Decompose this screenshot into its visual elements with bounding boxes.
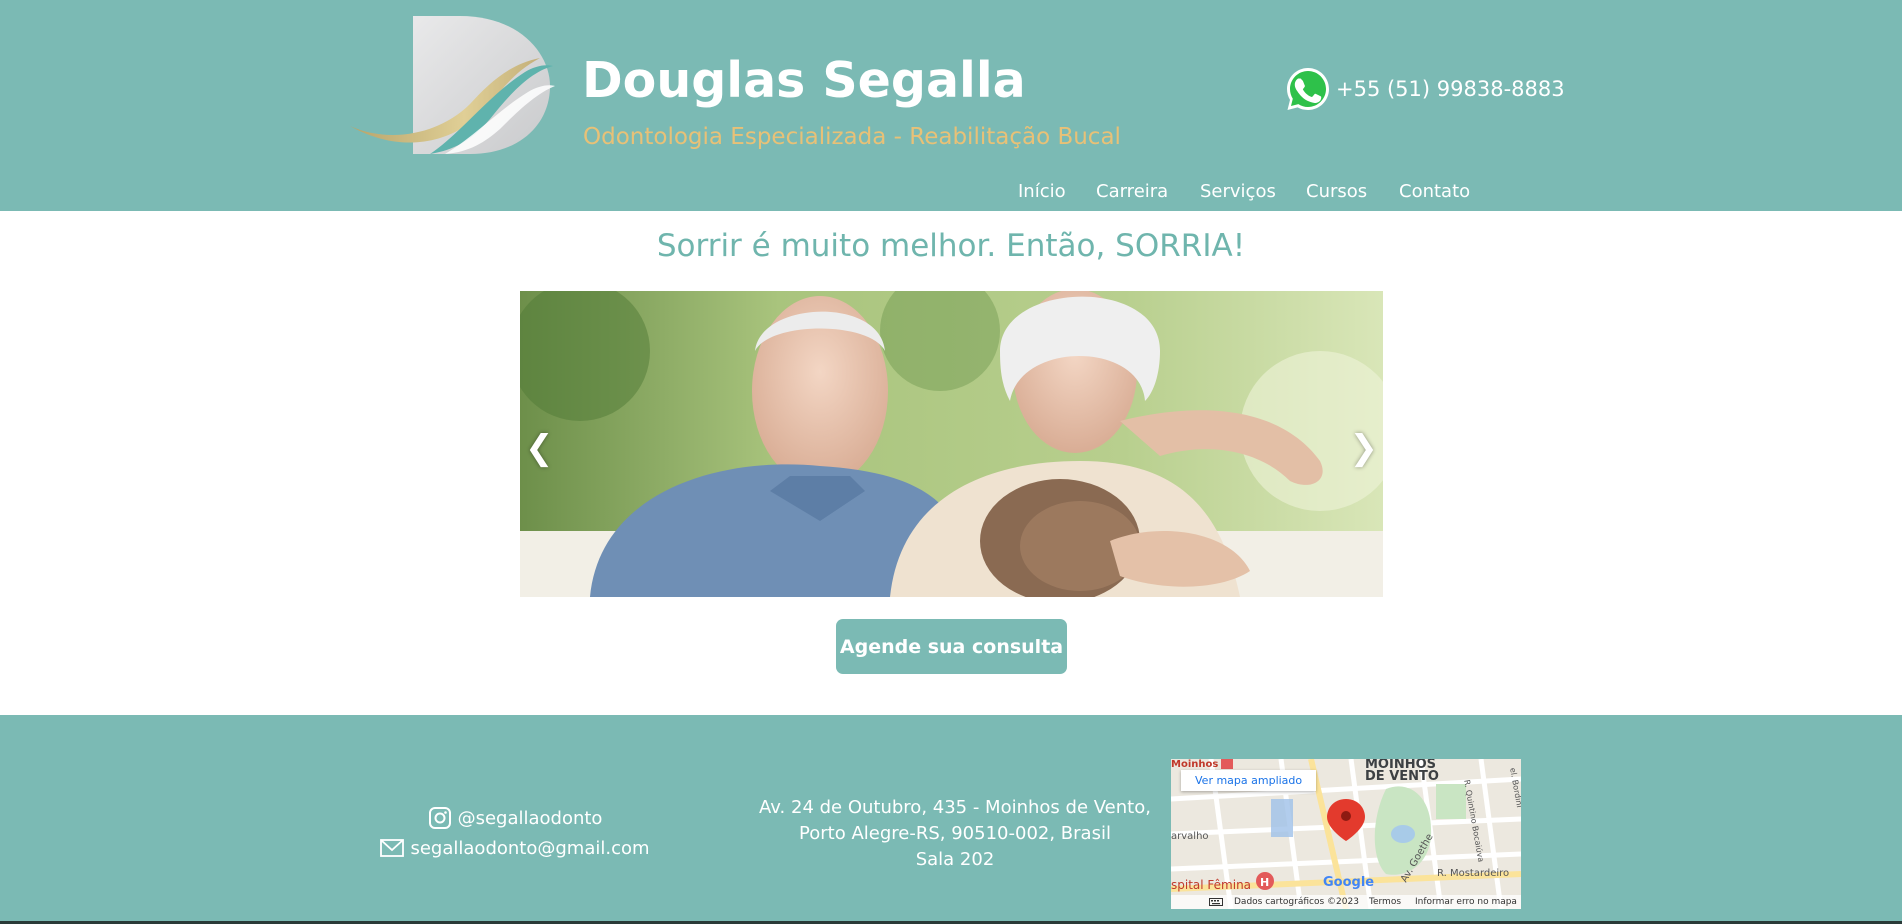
brand-title: Douglas Segalla — [582, 52, 1026, 109]
carousel-next-button[interactable]: ❯ — [1350, 428, 1379, 468]
nav-item-carreira[interactable]: Carreira — [1096, 181, 1168, 202]
map-label-mostardeiro: R. Mostardeiro — [1437, 868, 1510, 879]
address-line-2: Porto Alegre-RS, 90510-002, Brasil — [799, 823, 1111, 844]
address-line-1: Av. 24 de Outubro, 435 - Moinhos de Vent… — [759, 797, 1151, 818]
map-report-error-link[interactable]: Informar erro no mapa — [1415, 897, 1517, 907]
site-header: Douglas Segalla Odontologia Especializad… — [0, 0, 1902, 211]
nav-item-inicio[interactable]: Início — [1018, 181, 1066, 202]
map-attribution-bar: Dados cartográficos ©2023 Termos Informa… — [1171, 895, 1521, 909]
carousel-prev-button[interactable]: ❮ — [525, 428, 554, 468]
instagram-handle: @segallaodonto — [457, 807, 603, 829]
carousel-photo — [520, 291, 1383, 597]
view-larger-map-button[interactable]: Ver mapa ampliado — [1181, 770, 1317, 791]
page-headline: Sorrir é muito melhor. Então, SORRIA! — [656, 228, 1246, 264]
nav-item-cursos[interactable]: Cursos — [1306, 181, 1367, 202]
footer-contact: @segallaodonto segallaodonto@gmail.com — [380, 803, 650, 863]
google-logo: Google — [1323, 875, 1375, 890]
instagram-icon — [428, 807, 451, 829]
map-data-credit: Dados cartográficos ©2023 — [1234, 897, 1359, 907]
map-terms-link[interactable]: Termos — [1369, 897, 1401, 907]
svg-text:H: H — [1260, 876, 1269, 889]
email-address: segallaodonto@gmail.com — [410, 837, 650, 859]
map-label-de-vento: DE VENTO — [1365, 769, 1439, 784]
email-link[interactable]: segallaodonto@gmail.com — [380, 833, 650, 863]
map-label-moinhos-small: Moinhos — [1171, 759, 1219, 770]
brand-subtitle: Odontologia Especializada - Reabilitação… — [583, 124, 1121, 150]
image-carousel[interactable]: ❮ ❯ — [520, 291, 1383, 597]
embedded-map[interactable]: H Ver mapa ampliado MOINHOS DE VENTO Moi… — [1171, 759, 1521, 909]
mail-icon — [380, 839, 405, 857]
book-appointment-button[interactable]: Agende sua consulta — [836, 619, 1067, 674]
nav-item-servicos[interactable]: Serviços — [1200, 181, 1276, 202]
whatsapp-icon — [1287, 68, 1329, 110]
nav-item-contato[interactable]: Contato — [1399, 181, 1470, 202]
keyboard-icon[interactable] — [1209, 898, 1223, 906]
phone-number: +55 (51) 99838-8883 — [1336, 77, 1565, 101]
address-line-3: Sala 202 — [915, 849, 995, 870]
whatsapp-phone-link[interactable]: +55 (51) 99838-8883 — [1284, 65, 1565, 113]
logo-icon[interactable] — [350, 14, 555, 156]
instagram-link[interactable]: @segallaodonto — [380, 803, 650, 833]
map-label-carvalho: arvalho — [1171, 831, 1209, 842]
footer-address: Av. 24 de Outubro, 435 - Moinhos de Vent… — [740, 795, 1170, 873]
map-label-hospital: spital Fêmina — [1171, 878, 1252, 892]
